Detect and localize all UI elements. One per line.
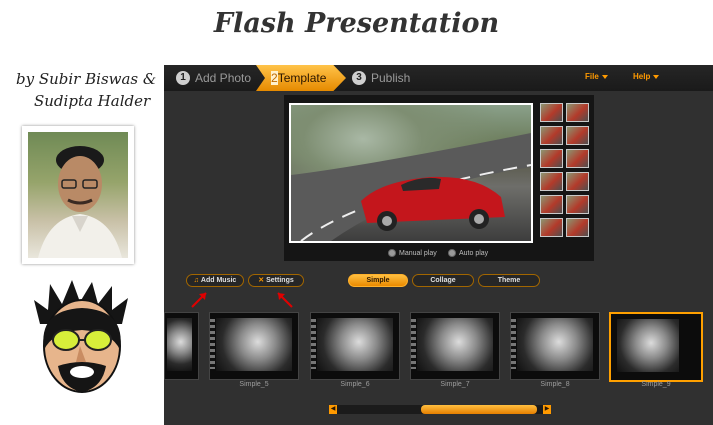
caricature-image <box>28 280 136 405</box>
slide-label: Simple_9 <box>641 381 671 388</box>
scroll-right-icon[interactable]: ▶ <box>543 405 551 414</box>
slide-image <box>317 318 393 371</box>
thumbnail[interactable] <box>540 172 563 191</box>
slide-image <box>216 318 292 371</box>
filmstrip-edge <box>511 319 516 369</box>
author-line-1: by Subir Biswas & <box>16 70 157 88</box>
template-slide[interactable] <box>410 312 500 380</box>
category-collage-tab[interactable]: Collage <box>412 274 474 287</box>
template-slide[interactable] <box>209 312 299 380</box>
thumbnail[interactable] <box>566 195 589 214</box>
auto-play-option[interactable]: Auto play <box>448 247 488 261</box>
music-icon: ♫ <box>193 277 199 284</box>
thumbnail[interactable] <box>566 126 589 145</box>
thumbnail[interactable] <box>540 103 563 122</box>
thumbnail[interactable] <box>540 218 563 237</box>
red-arrow-icon <box>277 292 293 308</box>
radio-icon <box>388 249 396 258</box>
thumbnail[interactable] <box>566 149 589 168</box>
thumbnail[interactable] <box>540 195 563 214</box>
main-preview-image <box>289 103 533 243</box>
help-menu[interactable]: Help <box>633 72 660 81</box>
step-template[interactable]: 2Template <box>256 65 346 91</box>
filmstrip-edge <box>210 319 215 369</box>
red-arrow-icon <box>191 292 207 308</box>
scrollbar-thumb[interactable] <box>421 405 537 414</box>
template-toolbar: ♫ Add Music ✕ Settings Simple Collage Them… <box>164 271 713 291</box>
settings-button[interactable]: ✕ Settings <box>248 274 304 287</box>
thumbnail[interactable] <box>540 126 563 145</box>
author-line-2: Sudipta Halder <box>34 92 151 110</box>
category-theme-tab[interactable]: Theme <box>478 274 540 287</box>
filmstrip-edge <box>411 319 416 369</box>
step-publish[interactable]: 3 Publish <box>352 68 410 88</box>
presentation-app-window: 1 Add Photo 2Template 3 Publish File Help <box>164 65 713 425</box>
step-add-photo[interactable]: 1 Add Photo <box>176 68 251 88</box>
scroll-left-icon[interactable]: ◀ <box>329 405 337 414</box>
template-slide[interactable] <box>310 312 400 380</box>
thumbnail[interactable] <box>566 172 589 191</box>
author-photo <box>22 126 134 264</box>
template-slide[interactable] <box>510 312 600 380</box>
slide-image <box>617 319 679 372</box>
chevron-down-icon <box>601 74 608 79</box>
playback-options: Manual play Auto play <box>284 247 594 261</box>
filmstrip-scrollbar[interactable]: ◀ ▶ <box>329 405 551 414</box>
slide-label: Simple_6 <box>340 381 370 388</box>
template-slide-selected[interactable] <box>609 312 703 382</box>
slide-image <box>167 318 192 371</box>
wrench-icon: ✕ <box>258 277 265 284</box>
slide-label: Simple_5 <box>239 381 269 388</box>
filmstrip-edge <box>311 319 316 369</box>
slide-label: Simple_8 <box>540 381 570 388</box>
wizard-step-bar: 1 Add Photo 2Template 3 Publish File Help <box>164 65 713 91</box>
preview-panel: Manual play Auto play <box>284 95 594 261</box>
slide-label: Simple_7 <box>440 381 470 388</box>
chevron-down-icon <box>653 74 660 79</box>
template-slide[interactable] <box>164 312 199 380</box>
add-music-button[interactable]: ♫ Add Music <box>186 274 244 287</box>
manual-play-option[interactable]: Manual play <box>388 247 437 261</box>
thumbnail[interactable] <box>540 149 563 168</box>
slide-image <box>417 318 493 371</box>
radio-icon <box>448 249 456 258</box>
category-simple-tab[interactable]: Simple <box>348 274 408 287</box>
template-filmstrip: Simple_5 Simple_6 Simple_7 Simple_8 Simp… <box>164 309 713 399</box>
file-menu[interactable]: File <box>585 72 608 81</box>
slide-image <box>517 318 593 371</box>
thumbnail[interactable] <box>566 103 589 122</box>
thumbnail[interactable] <box>566 218 589 237</box>
page-title: Flash Presentation <box>213 8 500 39</box>
